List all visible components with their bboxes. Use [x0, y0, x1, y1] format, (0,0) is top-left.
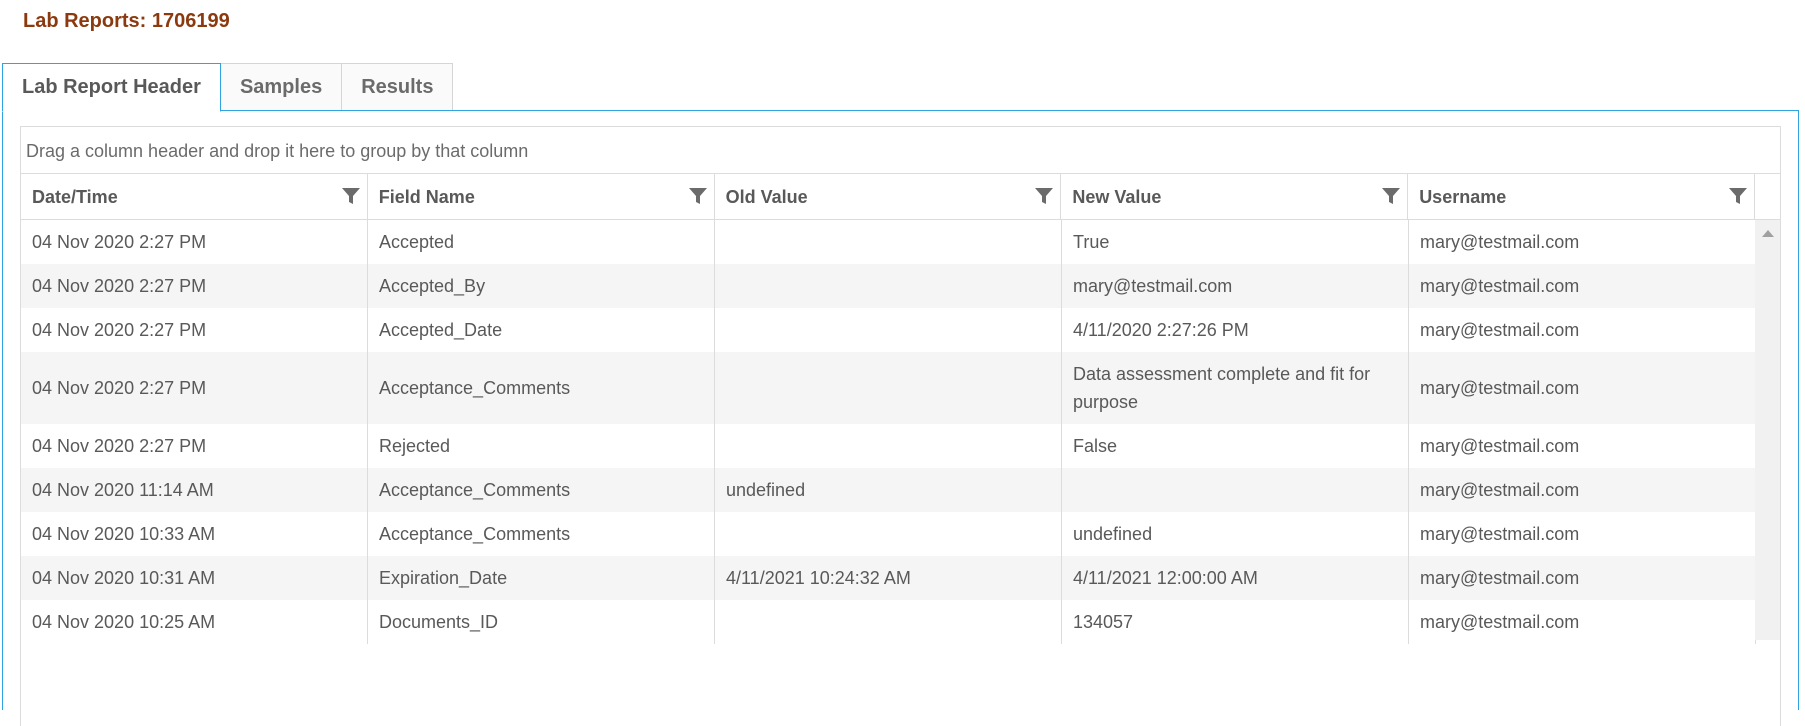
column-header-label: Field Name: [378, 187, 475, 207]
cell-old-value: [715, 600, 1062, 644]
cell-new-value: 134057: [1062, 600, 1409, 644]
arrow-up-icon[interactable]: [1762, 230, 1774, 237]
table-row[interactable]: 04 Nov 2020 2:27 PM Accepted_By mary@testm…: [21, 264, 1780, 308]
table-row[interactable]: 04 Nov 2020 10:31 AM Expiration_Date 4/11/…: [21, 556, 1780, 600]
vertical-scrollbar[interactable]: [1755, 220, 1780, 640]
cell-username: mary@testmail.com: [1409, 600, 1756, 644]
column-header-new-value[interactable]: New Value: [1061, 174, 1409, 219]
cell-new-value: [1062, 468, 1409, 512]
column-header-old-value[interactable]: Old Value: [715, 174, 1062, 219]
header-scroll-spacer: [1755, 174, 1780, 219]
table-row[interactable]: 04 Nov 2020 2:27 PM Accepted True mary@test…: [21, 220, 1780, 264]
cell-field-name: Expiration_Date: [368, 556, 715, 600]
cell-username: mary@testmail.com: [1409, 512, 1756, 556]
cell-field-name: Rejected: [368, 424, 715, 468]
table-row[interactable]: 04 Nov 2020 10:33 AM Acceptance_Comments u…: [21, 512, 1780, 556]
cell-date-time: 04 Nov 2020 2:27 PM: [21, 264, 368, 308]
cell-old-value: [715, 220, 1062, 264]
cell-old-value: [715, 308, 1062, 352]
cell-username: mary@testmail.com: [1409, 424, 1756, 468]
filter-icon[interactable]: [1381, 186, 1401, 206]
cell-new-value: False: [1062, 424, 1409, 468]
grid-header-row: Date/Time Field Name Old Value New Value…: [21, 174, 1780, 220]
cell-username: mary@testmail.com: [1409, 556, 1756, 600]
cell-new-value: 4/11/2021 12:00:00 AM: [1062, 556, 1409, 600]
cell-new-value: 4/11/2020 2:27:26 PM: [1062, 308, 1409, 352]
cell-date-time: 04 Nov 2020 10:25 AM: [21, 600, 368, 644]
cell-old-value: [715, 352, 1062, 424]
table-row[interactable]: 04 Nov 2020 2:27 PM Accepted_Date 4/11/202…: [21, 308, 1780, 352]
column-header-date-time[interactable]: Date/Time: [21, 174, 368, 219]
table-row[interactable]: 04 Nov 2020 2:27 PM Rejected False mary@tes…: [21, 424, 1780, 468]
cell-old-value: [715, 264, 1062, 308]
tab-lab-report-header[interactable]: Lab Report Header: [2, 63, 221, 112]
column-header-label: Username: [1419, 187, 1507, 207]
table-row[interactable]: 04 Nov 2020 10:25 AM Documents_ID 134057 ma…: [21, 600, 1780, 644]
cell-field-name: Accepted_Date: [368, 308, 715, 352]
page-title: Lab Reports: 1706199: [23, 10, 230, 32]
cell-date-time: 04 Nov 2020 2:27 PM: [21, 220, 368, 264]
cell-old-value: 4/11/2021 10:24:32 AM: [715, 556, 1062, 600]
cell-new-value: True: [1062, 220, 1409, 264]
group-by-drop-zone[interactable]: Drag a column header and drop it here to…: [21, 127, 1780, 174]
tab-bar: Lab Report Header Samples Results: [2, 63, 454, 112]
grid-rows: 04 Nov 2020 2:27 PM Accepted True mary@test…: [21, 220, 1780, 644]
filter-icon[interactable]: [341, 186, 361, 206]
cell-username: mary@testmail.com: [1409, 308, 1756, 352]
column-header-label: Old Value: [725, 187, 808, 207]
tab-results[interactable]: Results: [342, 63, 454, 110]
cell-old-value: [715, 424, 1062, 468]
cell-old-value: undefined: [715, 468, 1062, 512]
cell-field-name: Acceptance_Comments: [368, 512, 715, 556]
cell-date-time: 04 Nov 2020 10:31 AM: [21, 556, 368, 600]
cell-field-name: Acceptance_Comments: [368, 468, 715, 512]
filter-icon[interactable]: [1728, 186, 1748, 206]
cell-field-name: Accepted: [368, 220, 715, 264]
cell-date-time: 04 Nov 2020 2:27 PM: [21, 308, 368, 352]
cell-field-name: Documents_ID: [368, 600, 715, 644]
cell-username: mary@testmail.com: [1409, 264, 1756, 308]
cell-field-name: Acceptance_Comments: [368, 352, 715, 424]
filter-icon[interactable]: [688, 186, 708, 206]
column-header-label: New Value: [1072, 187, 1162, 207]
cell-date-time: 04 Nov 2020 11:14 AM: [21, 468, 368, 512]
audit-grid: Drag a column header and drop it here to…: [20, 126, 1781, 726]
cell-date-time: 04 Nov 2020 2:27 PM: [21, 352, 368, 424]
cell-new-value: Data assessment complete and fit for pur…: [1062, 352, 1409, 424]
cell-old-value: [715, 512, 1062, 556]
tab-samples[interactable]: Samples: [220, 63, 343, 110]
cell-new-value: undefined: [1062, 512, 1409, 556]
cell-new-value: mary@testmail.com: [1062, 264, 1409, 308]
column-header-label: Date/Time: [32, 187, 118, 207]
cell-date-time: 04 Nov 2020 10:33 AM: [21, 512, 368, 556]
column-header-username[interactable]: Username: [1408, 174, 1755, 219]
cell-username: mary@testmail.com: [1409, 352, 1756, 424]
table-row[interactable]: 04 Nov 2020 2:27 PM Acceptance_Comments Da…: [21, 352, 1780, 424]
cell-date-time: 04 Nov 2020 2:27 PM: [21, 424, 368, 468]
cell-field-name: Accepted_By: [368, 264, 715, 308]
filter-icon[interactable]: [1034, 186, 1054, 206]
cell-username: mary@testmail.com: [1409, 220, 1756, 264]
grid-body: 04 Nov 2020 2:27 PM Accepted True mary@test…: [21, 220, 1780, 644]
column-header-field-name[interactable]: Field Name: [368, 174, 715, 219]
cell-username: mary@testmail.com: [1409, 468, 1756, 512]
table-row[interactable]: 04 Nov 2020 11:14 AM Acceptance_Comments u…: [21, 468, 1780, 512]
